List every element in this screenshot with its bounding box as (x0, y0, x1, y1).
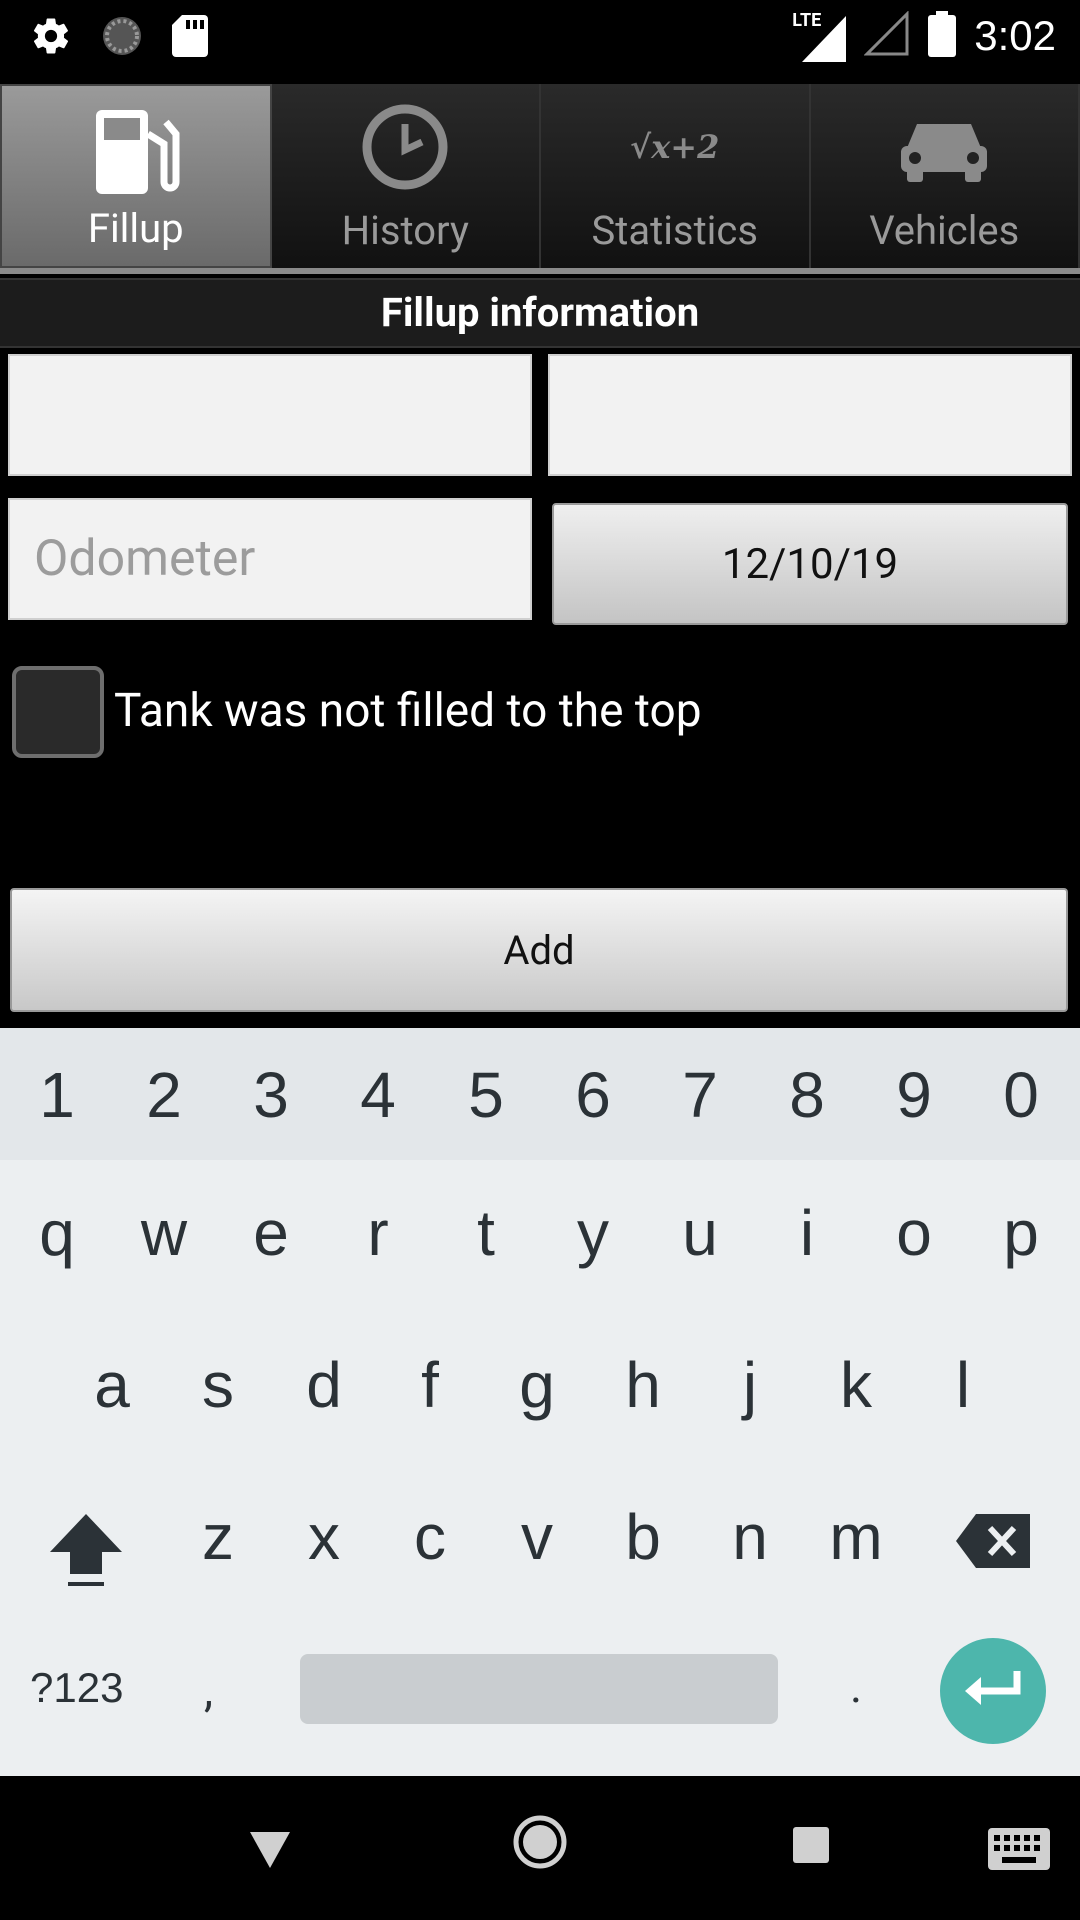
home-icon[interactable] (512, 1814, 568, 1874)
tab-bar: Fillup History √x+2 Statistics Vehicles (0, 84, 1080, 274)
key-4[interactable]: 4 (328, 1058, 428, 1132)
tab-statistics[interactable]: √x+2 Statistics (541, 84, 811, 268)
car-icon (899, 116, 989, 190)
key-d[interactable]: d (274, 1348, 374, 1422)
tab-vehicles[interactable]: Vehicles (810, 84, 1080, 268)
period-key[interactable]: . (850, 1660, 862, 1714)
back-icon[interactable] (248, 1830, 292, 1874)
navigation-bar (0, 1776, 1080, 1920)
backspace-icon (956, 1514, 1030, 1572)
key-b[interactable]: b (593, 1500, 693, 1574)
fillup-field-2[interactable] (548, 354, 1072, 476)
key-3[interactable]: 3 (221, 1058, 321, 1132)
fillup-field-1[interactable] (8, 354, 532, 476)
key-m[interactable]: m (806, 1500, 906, 1574)
key-8[interactable]: 8 (757, 1058, 857, 1132)
clock: 3:02 (974, 12, 1056, 59)
partial-fill-checkbox[interactable] (12, 666, 104, 758)
tab-statistics-label: Statistics (591, 207, 758, 254)
key-l[interactable]: l (913, 1348, 1013, 1422)
key-e[interactable]: e (221, 1196, 321, 1270)
gear-icon (30, 15, 72, 61)
key-x[interactable]: x (274, 1500, 374, 1574)
key-u[interactable]: u (650, 1196, 750, 1270)
key-o[interactable]: o (864, 1196, 964, 1270)
key-v[interactable]: v (487, 1500, 587, 1574)
key-s[interactable]: s (168, 1348, 268, 1422)
key-q[interactable]: q (7, 1196, 107, 1270)
signal-icon: LTE (792, 10, 847, 62)
odometer-placeholder: Odometer (34, 530, 256, 588)
key-t[interactable]: t (436, 1196, 536, 1270)
key-p[interactable]: p (971, 1196, 1071, 1270)
key-n[interactable]: n (700, 1500, 800, 1574)
sync-icon (100, 14, 144, 62)
fuel-pump-icon (88, 104, 184, 204)
section-header: Fillup information (0, 278, 1080, 348)
symbols-key[interactable]: ?123 (30, 1664, 123, 1712)
key-5[interactable]: 5 (436, 1058, 536, 1132)
enter-key[interactable] (940, 1638, 1046, 1744)
backspace-key[interactable] (956, 1514, 1030, 1572)
key-1[interactable]: 1 (7, 1058, 107, 1132)
tab-vehicles-label: Vehicles (869, 207, 1020, 254)
clock-icon (360, 102, 450, 196)
key-h[interactable]: h (593, 1348, 693, 1422)
shift-key[interactable] (46, 1508, 126, 1592)
key-g[interactable]: g (487, 1348, 587, 1422)
status-bar: LTE 3:02 (0, 0, 1080, 72)
recents-icon[interactable] (792, 1826, 830, 1868)
key-2[interactable]: 2 (114, 1058, 214, 1132)
add-button[interactable]: Add (10, 888, 1068, 1012)
signal-empty-icon (863, 10, 910, 61)
key-0[interactable]: 0 (971, 1058, 1071, 1132)
key-6[interactable]: 6 (543, 1058, 643, 1132)
network-type-label: LTE (792, 10, 822, 31)
odometer-input[interactable]: Odometer (8, 498, 532, 620)
space-key[interactable] (300, 1654, 778, 1724)
key-a[interactable]: a (62, 1348, 162, 1422)
key-r[interactable]: r (328, 1196, 428, 1270)
sd-card-icon (172, 15, 208, 61)
enter-icon (963, 1669, 1023, 1713)
shift-icon (46, 1514, 126, 1592)
tab-fillup-label: Fillup (87, 205, 184, 252)
comma-key[interactable]: , (204, 1664, 213, 1718)
keyboard-icon[interactable] (988, 1828, 1050, 1874)
battery-icon (928, 11, 957, 61)
partial-fill-label[interactable]: Tank was not filled to the top (114, 680, 702, 742)
tab-history-label: History (341, 207, 469, 254)
key-z[interactable]: z (168, 1500, 268, 1574)
key-y[interactable]: y (543, 1196, 643, 1270)
key-w[interactable]: w (114, 1196, 214, 1270)
tab-history[interactable]: History (271, 84, 541, 268)
key-i[interactable]: i (757, 1196, 857, 1270)
key-k[interactable]: k (806, 1348, 906, 1422)
key-j[interactable]: j (700, 1348, 800, 1422)
sqrt-formula-icon: √x+2 (630, 128, 720, 166)
tab-fillup[interactable]: Fillup (0, 84, 272, 268)
key-c[interactable]: c (380, 1500, 480, 1574)
key-7[interactable]: 7 (650, 1058, 750, 1132)
date-button[interactable]: 12/10/19 (552, 503, 1068, 625)
key-9[interactable]: 9 (864, 1058, 964, 1132)
key-f[interactable]: f (380, 1348, 480, 1422)
